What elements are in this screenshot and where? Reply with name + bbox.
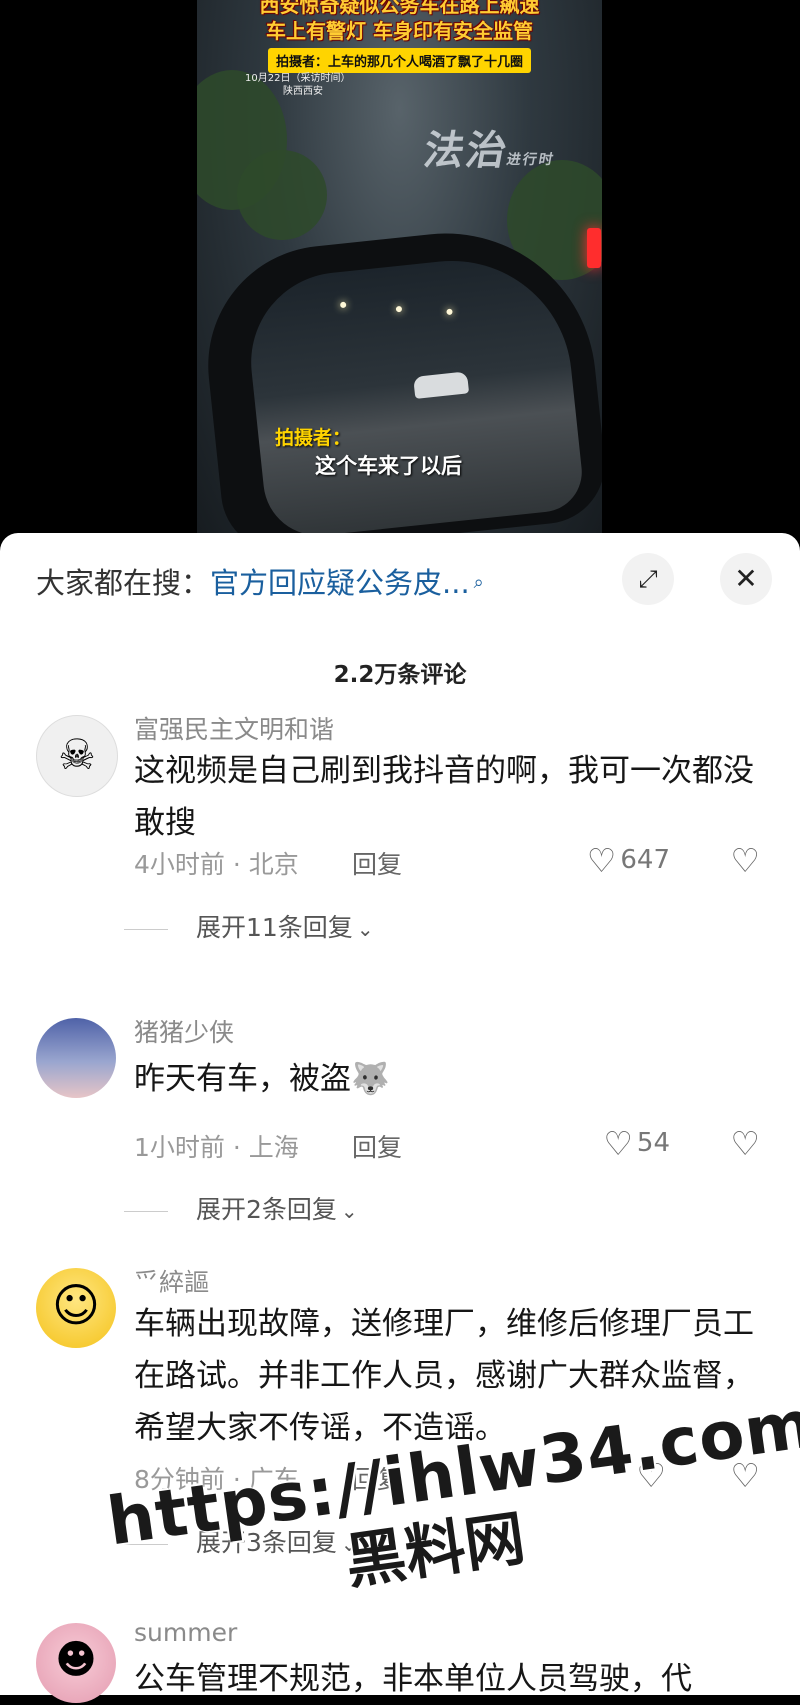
- expand-replies-button[interactable]: 展开11条回复 ⌄: [124, 908, 374, 944]
- street-light: [395, 305, 403, 313]
- comment-text: 公车管理不规范，非本单位人员驾驶，代: [134, 1661, 692, 1697]
- reply-button[interactable]: 回复: [352, 1128, 402, 1164]
- avatar[interactable]: [36, 1018, 116, 1098]
- expand-icon: ⤢: [638, 565, 658, 593]
- video-headline-2: 车上有警灯 车身印有安全监管: [266, 19, 533, 43]
- heart-icon: ♡: [603, 1124, 633, 1163]
- heart-icon: ♡: [586, 841, 617, 880]
- comment-username[interactable]: 爫綷謳: [134, 1263, 209, 1299]
- video-location: 陕西西安: [283, 86, 323, 97]
- red-light: [587, 228, 601, 268]
- divider-dash: [124, 1210, 168, 1212]
- subtitle-text: 这个车来了以后: [315, 454, 462, 478]
- avatar[interactable]: ☻: [36, 1623, 116, 1703]
- channel-name: 法治: [420, 128, 513, 174]
- comment-username[interactable]: 猪猪少侠: [134, 1013, 234, 1049]
- expand-replies-label: 展开11条回复: [196, 913, 353, 942]
- video-headline: 西安惊奇疑似公务车在路上飙速: [259, 0, 540, 17]
- subtitle-speaker: 拍摄者：: [275, 427, 352, 449]
- like-button[interactable]: ♡ 54: [603, 1124, 670, 1163]
- trending-search-link[interactable]: 官方回应疑公务皮...: [210, 566, 470, 600]
- search-icon[interactable]: ⌕: [474, 572, 484, 593]
- comment-time-location: 4小时前 · 北京: [134, 850, 299, 879]
- video-subline: 拍摄者：上车的那几个人喝酒了飘了十几圈: [267, 48, 531, 73]
- like-button[interactable]: ♡ 647: [587, 841, 670, 880]
- comment-text: 昨天有车，被盗🐺: [134, 1061, 390, 1097]
- street-light: [339, 301, 347, 309]
- expand-replies-label: 展开2条回复: [196, 1195, 337, 1224]
- reflected-car: [413, 371, 470, 399]
- trending-search-prefix: 大家都在搜：: [36, 566, 211, 600]
- trending-search-bar: 大家都在搜：官方回应疑公务皮... ⌕: [36, 558, 800, 608]
- video-date-caption: 10月22日（采访时间） 陕西西安: [245, 72, 350, 98]
- skeleton-avatar-icon: ☠: [58, 730, 96, 779]
- close-icon: ✕: [734, 562, 758, 595]
- comment-count: 2.2万条评论: [333, 662, 467, 688]
- street-light: [446, 308, 453, 316]
- close-button[interactable]: ✕: [720, 553, 772, 605]
- comment-meta: 1小时前 · 上海 回复: [134, 1128, 402, 1164]
- blushing-emoji-avatar-icon: ☺: [52, 1278, 100, 1332]
- dislike-icon[interactable]: ♡: [730, 1124, 760, 1163]
- chevron-down-icon: ⌄: [340, 1199, 358, 1223]
- channel-sub: 进行时: [505, 152, 557, 168]
- channel-watermark: 法治进行时: [420, 118, 562, 176]
- divider-dash: [124, 928, 168, 930]
- child-photo-avatar-icon: ☻: [55, 1637, 97, 1683]
- like-count: 647: [620, 845, 670, 875]
- mirror-reflection: [242, 249, 586, 541]
- avatar[interactable]: ☠: [36, 715, 118, 797]
- dislike-icon[interactable]: ♡: [730, 841, 760, 880]
- expand-replies-button[interactable]: 展开2条回复 ⌄: [124, 1190, 358, 1226]
- comment-text: 这视频是自己刷到我抖音的啊，我可一次都没敢搜: [134, 753, 754, 841]
- video-player[interactable]: 西安惊奇疑似公务车在路上飙速 车上有警灯 车身印有安全监管 拍摄者：上车的那几个…: [0, 0, 800, 545]
- comment-time-location: 1小时前 · 上海: [134, 1133, 299, 1162]
- comment-username[interactable]: 富强民主文明和谐: [134, 710, 334, 746]
- chevron-down-icon: ⌄: [356, 917, 374, 941]
- video-date: 10月22日（采访时间）: [245, 73, 351, 84]
- video-headline-block: 西安惊奇疑似公务车在路上飙速 车上有警灯 车身印有安全监管 拍摄者：上车的那几个…: [197, 0, 602, 73]
- reply-button[interactable]: 回复: [352, 845, 402, 881]
- tree-shape: [237, 150, 327, 240]
- comment-meta: 4小时前 · 北京 回复: [134, 845, 402, 881]
- video-frame[interactable]: 西安惊奇疑似公务车在路上飙速 车上有警灯 车身印有安全监管 拍摄者：上车的那几个…: [197, 0, 602, 545]
- like-count: 54: [636, 1128, 670, 1158]
- expand-button[interactable]: ⤢: [622, 553, 674, 605]
- avatar[interactable]: ☺: [36, 1268, 116, 1348]
